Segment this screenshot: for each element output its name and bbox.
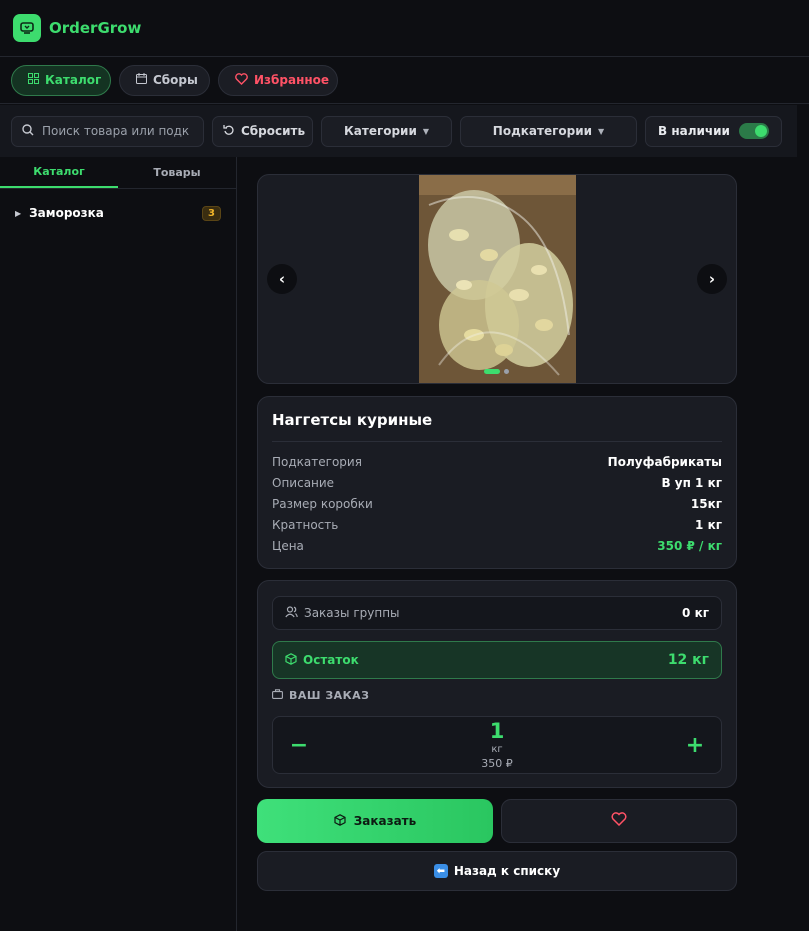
remaining-label: Остаток [303, 653, 359, 667]
search-placeholder: Поиск товара или подк [42, 124, 190, 138]
chevron-right-icon: › [708, 270, 716, 288]
decrease-quantity-button[interactable]: − [289, 733, 309, 758]
prev-image-button[interactable]: ‹ [267, 264, 297, 294]
box-icon [285, 652, 297, 668]
search-input[interactable]: Поиск товара или подк [11, 115, 204, 147]
group-orders-value: 0 кг [682, 606, 709, 620]
increase-quantity-button[interactable]: + [685, 733, 705, 758]
sidebar: Каталог Товары ▶ Заморозка 3 [0, 157, 237, 931]
users-icon [285, 605, 298, 621]
undo-icon [223, 124, 235, 139]
back-to-list-button[interactable]: ⬅ Назад к списку [257, 851, 737, 891]
app-name[interactable]: OrderGrow [49, 19, 141, 37]
product-info-card: Наггетсы куриные Подкатегория Полуфабрика… [257, 396, 737, 569]
arrow-left-icon: ⬅ [433, 864, 448, 878]
sidebar-item-frozen[interactable]: ▶ Заморозка 3 [0, 198, 236, 228]
info-row-subcategory: Подкатегория Полуфабрикаты [272, 451, 722, 472]
toggle-knob [755, 125, 767, 137]
nav-catalog-label: Каталог [45, 73, 102, 87]
chevron-left-icon: ‹ [278, 270, 286, 288]
main-nav: Каталог Сборы Избранное [0, 57, 809, 104]
top-bar: OrderGrow [0, 0, 809, 57]
grid-icon [28, 73, 39, 87]
info-value: Полуфабрикаты [607, 454, 722, 469]
price-value: 350 ₽ / кг [657, 538, 722, 553]
in-stock-label: В наличии [658, 124, 730, 138]
search-icon [22, 123, 34, 139]
info-value: 1 кг [695, 517, 722, 532]
info-row-box-size: Размер коробки 15кг [272, 493, 722, 514]
your-order-label: ВАШ ЗАКАЗ [289, 689, 370, 702]
app-logo-icon[interactable] [13, 14, 41, 42]
sidebar-item-label: Заморозка [29, 206, 104, 220]
info-row-multiplicity: Кратность 1 кг [272, 514, 722, 535]
info-row-description: Описание В уп 1 кг [272, 472, 722, 493]
product-title: Наггетсы куриные [272, 411, 433, 429]
in-stock-toggle[interactable] [739, 123, 769, 139]
chevron-down-icon: ▼ [422, 126, 430, 136]
add-to-favorites-button[interactable] [501, 799, 737, 843]
info-key: Описание [272, 475, 335, 490]
subcategories-dropdown[interactable]: Подкатегории ▼ [460, 115, 637, 147]
gallery-dot-2[interactable] [504, 369, 509, 374]
gallery-dot-1[interactable] [484, 369, 500, 374]
order-button-label: Заказать [353, 814, 417, 828]
info-row-price: Цена 350 ₽ / кг [272, 535, 722, 556]
filter-bar: Поиск товара или подк Сбросить Категории… [0, 105, 797, 157]
categories-dropdown[interactable]: Категории ▼ [321, 115, 452, 147]
info-value: В уп 1 кг [661, 475, 722, 490]
info-key: Подкатегория [272, 454, 362, 469]
group-orders: Заказы группы [285, 605, 400, 621]
remaining: Остаток [285, 652, 359, 668]
product-gallery: ‹ › [257, 174, 737, 384]
info-key: Кратность [272, 517, 339, 532]
chevron-down-icon: ▼ [598, 126, 605, 136]
nav-collections-label: Сборы [153, 73, 198, 87]
in-stock-filter[interactable]: В наличии [645, 115, 782, 147]
remaining-value: 12 кг [667, 652, 709, 668]
quantity-unit: кг [491, 744, 503, 755]
nav-favorites-label: Избранное [254, 73, 330, 87]
your-order-heading: ВАШ ЗАКАЗ [272, 689, 369, 702]
next-image-button[interactable]: › [697, 264, 727, 294]
calendar-icon [136, 73, 147, 87]
nav-collections-button[interactable]: Сборы [119, 64, 210, 96]
divider [272, 441, 722, 442]
count-badge: 3 [202, 205, 221, 221]
briefcase-icon [272, 689, 283, 702]
order-card: Заказы группы 0 кг Остаток 12 кг ВАШ ЗАК… [257, 580, 737, 788]
box-icon [334, 813, 346, 829]
order-button[interactable]: Заказать [257, 799, 493, 843]
remaining-box: Остаток 12 кг [272, 641, 722, 679]
quantity-display: 1 кг 350 ₽ [481, 719, 513, 771]
nav-favorites-button[interactable]: Избранное [218, 64, 338, 96]
sidebar-tab-products[interactable]: Товары [118, 157, 236, 188]
heart-icon [235, 72, 248, 88]
reset-button[interactable]: Сбросить [212, 115, 313, 147]
back-to-list-label: Назад к списку [453, 864, 561, 878]
quantity-stepper: − 1 кг 350 ₽ + [272, 716, 722, 774]
quantity-value: 1 [489, 719, 505, 743]
info-value: 15кг [690, 496, 722, 511]
group-orders-box: Заказы группы 0 кг [272, 596, 722, 630]
heart-icon [611, 812, 627, 830]
reset-label: Сбросить [241, 124, 306, 138]
gallery-dots [484, 369, 509, 374]
nav-catalog-button[interactable]: Каталог [11, 64, 111, 96]
info-key: Цена [272, 538, 304, 553]
subcategories-label: Подкатегории [492, 124, 593, 138]
product-photo [419, 175, 576, 383]
caret-right-icon[interactable]: ▶ [15, 209, 21, 218]
sidebar-tab-catalog[interactable]: Каталог [0, 157, 118, 188]
info-key: Размер коробки [272, 496, 373, 511]
sidebar-tabs: Каталог Товары [0, 157, 236, 189]
group-orders-label: Заказы группы [304, 606, 400, 620]
categories-label: Категории [343, 124, 417, 138]
order-total: 350 ₽ [481, 757, 513, 770]
